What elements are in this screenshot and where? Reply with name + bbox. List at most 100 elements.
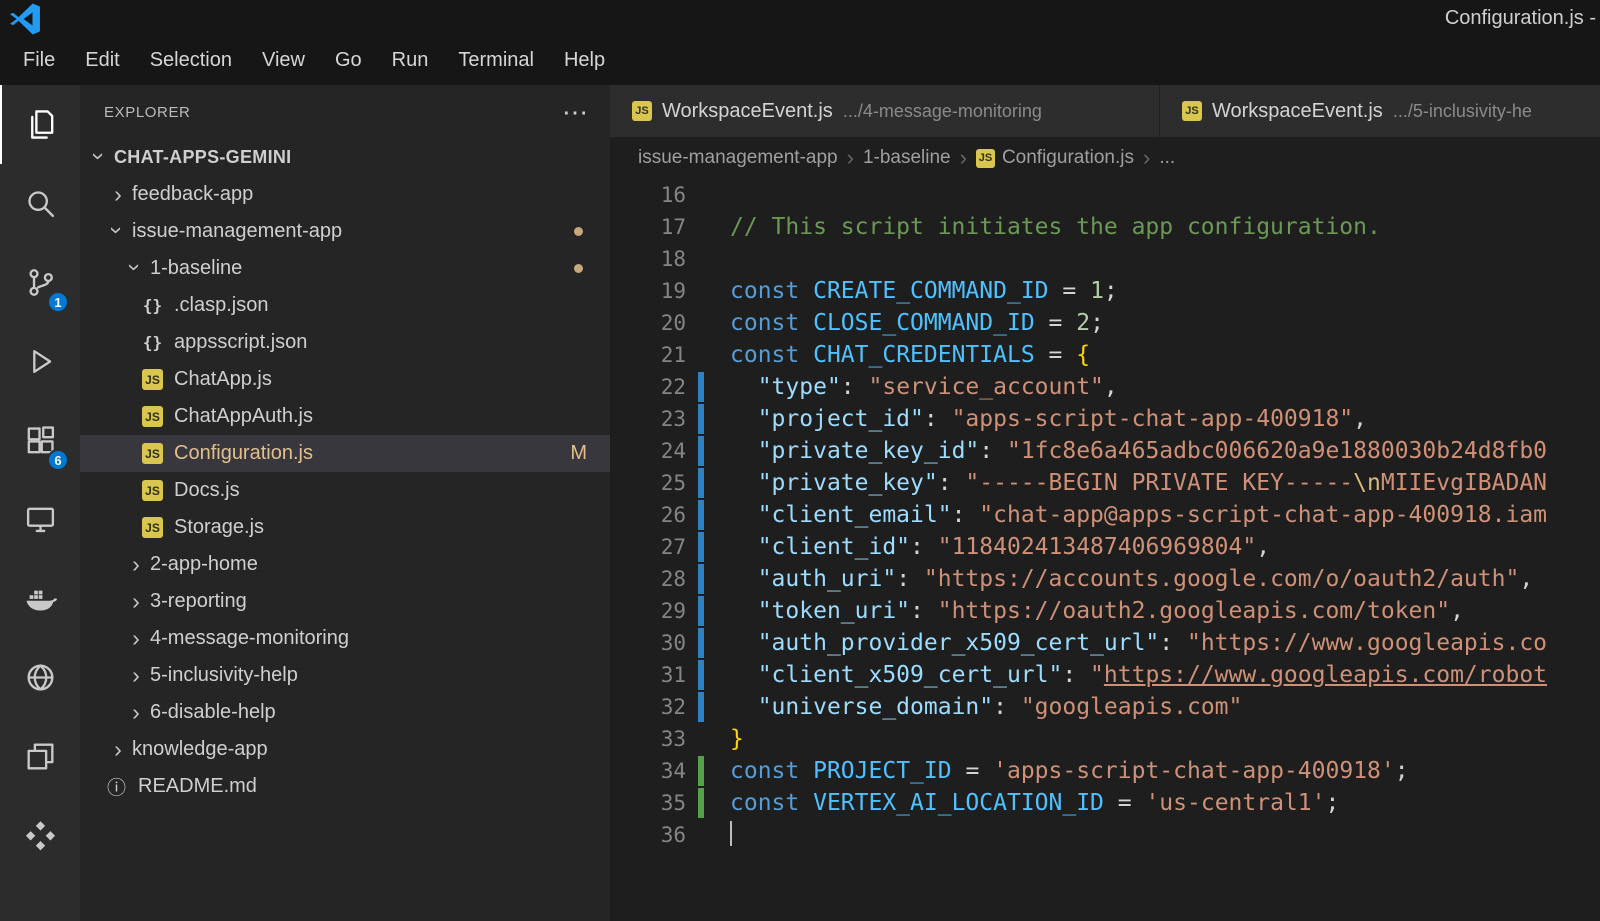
token: "auth_provider_x509_cert_url" xyxy=(758,630,1160,656)
tree-item-4-message-monitoring[interactable]: ›4-message-monitoring xyxy=(80,620,610,657)
menu-terminal[interactable]: Terminal xyxy=(443,35,549,85)
tree-item-label: 1-baseline xyxy=(150,257,242,280)
tab-workspaceevent-js-1[interactable]: JSWorkspaceEvent.js.../4-message-monitor… xyxy=(610,85,1160,137)
code-line-33[interactable]: 33} xyxy=(610,723,1600,755)
code-line-34[interactable]: 34const PROJECT_ID = 'apps-script-chat-a… xyxy=(610,755,1600,787)
activity-search[interactable] xyxy=(0,164,80,243)
code-editor[interactable]: 1617// This script initiates the app con… xyxy=(610,179,1600,921)
code-line-29[interactable]: 29 "token_uri": "https://oauth2.googleap… xyxy=(610,595,1600,627)
more-actions-icon[interactable]: ⋯ xyxy=(562,99,588,125)
menu-go[interactable]: Go xyxy=(320,35,377,85)
code-line-19[interactable]: 19const CREATE_COMMAND_ID = 1; xyxy=(610,275,1600,307)
tree-item-appsscript-json[interactable]: {}appsscript.json xyxy=(80,324,610,361)
tree-item-clasp-json[interactable]: {}.clasp.json xyxy=(80,287,610,324)
code-line-17[interactable]: 17// This script initiates the app confi… xyxy=(610,211,1600,243)
activity-remote-explorer[interactable] xyxy=(0,480,80,559)
tree-item-readme-md[interactable]: ⓘREADME.md xyxy=(80,768,610,805)
token: : xyxy=(979,438,1007,464)
activity-explorer[interactable] xyxy=(0,85,80,164)
activity-gemini[interactable] xyxy=(0,796,80,875)
activity-docker[interactable] xyxy=(0,559,80,638)
code-line-23[interactable]: 23 "project_id": "apps-script-chat-app-4… xyxy=(610,403,1600,435)
activity-run-and-debug[interactable] xyxy=(0,322,80,401)
chevron-down-icon[interactable]: › xyxy=(105,218,128,242)
activity-github[interactable] xyxy=(0,638,80,717)
chevron-right-icon[interactable]: › xyxy=(124,664,148,687)
tab-description: .../4-message-monitoring xyxy=(843,101,1042,122)
tree-item-1-baseline[interactable]: ›1-baseline xyxy=(80,250,610,287)
token: const xyxy=(730,310,799,336)
tree-item-6-disable-help[interactable]: ›6-disable-help xyxy=(80,694,610,731)
js-file-icon: JS xyxy=(142,369,163,390)
chevron-right-icon[interactable]: › xyxy=(124,553,148,576)
breadcrumb-item-1-baseline[interactable]: 1-baseline xyxy=(863,147,951,169)
title-bar: Configuration.js - FileEditSelectionView… xyxy=(0,0,1600,85)
code-line-18[interactable]: 18 xyxy=(610,243,1600,275)
token: "private_key_id" xyxy=(758,438,980,464)
token: , xyxy=(1256,534,1270,560)
menu-file[interactable]: File xyxy=(8,35,70,85)
token: : xyxy=(993,694,1021,720)
menu-run[interactable]: Run xyxy=(377,35,444,85)
tree-item-chatapp-js[interactable]: JSChatApp.js xyxy=(80,361,610,398)
tree-item-feedback-app[interactable]: ›feedback-app xyxy=(80,176,610,213)
line-number: 35 xyxy=(610,787,686,819)
code-line-32[interactable]: 32 "universe_domain": "googleapis.com" xyxy=(610,691,1600,723)
token: = xyxy=(1035,310,1077,336)
chevron-right-icon[interactable]: › xyxy=(124,701,148,724)
code-line-24[interactable]: 24 "private_key_id": "1fc8e6a465adbc0066… xyxy=(610,435,1600,467)
token: : xyxy=(938,470,966,496)
menu-selection[interactable]: Selection xyxy=(135,35,247,85)
line-number: 18 xyxy=(610,243,686,275)
code-line-20[interactable]: 20const CLOSE_COMMAND_ID = 2; xyxy=(610,307,1600,339)
code-line-27[interactable]: 27 "client_id": "118402413487406969804", xyxy=(610,531,1600,563)
line-number: 22 xyxy=(610,371,686,403)
js-file-icon: JS xyxy=(142,443,163,464)
tree-item-configuration-js[interactable]: JSConfiguration.jsM xyxy=(80,435,610,472)
menu-edit[interactable]: Edit xyxy=(70,35,134,85)
line-number: 16 xyxy=(610,179,686,211)
menu-view[interactable]: View xyxy=(247,35,320,85)
line-number: 34 xyxy=(610,755,686,787)
chevron-right-icon[interactable]: › xyxy=(106,738,130,761)
breadcrumb-item-[interactable]: ... xyxy=(1159,147,1175,169)
code-line-36[interactable]: 36 xyxy=(610,819,1600,851)
token: : xyxy=(924,406,952,432)
chevron-right-icon[interactable]: › xyxy=(106,183,130,206)
tree-item-3-reporting[interactable]: ›3-reporting xyxy=(80,583,610,620)
code-line-22[interactable]: 22 "type": "service_account", xyxy=(610,371,1600,403)
tree-item-5-inclusivity-help[interactable]: ›5-inclusivity-help xyxy=(80,657,610,694)
chevron-right-icon[interactable]: › xyxy=(124,590,148,613)
line-number: 33 xyxy=(610,723,686,755)
menu-help[interactable]: Help xyxy=(549,35,620,85)
activity-project-manager[interactable] xyxy=(0,717,80,796)
breadcrumb-item-configuration-js[interactable]: JSConfiguration.js xyxy=(976,147,1134,169)
tree-item-storage-js[interactable]: JSStorage.js xyxy=(80,509,610,546)
code-line-16[interactable]: 16 xyxy=(610,179,1600,211)
tree-item-docs-js[interactable]: JSDocs.js xyxy=(80,472,610,509)
tree-item-issue-management-app[interactable]: ›issue-management-app xyxy=(80,213,610,250)
tree-item-2-app-home[interactable]: ›2-app-home xyxy=(80,546,610,583)
docker-icon xyxy=(24,582,57,615)
code-line-25[interactable]: 25 "private_key": "-----BEGIN PRIVATE KE… xyxy=(610,467,1600,499)
activity-source-control[interactable]: 1 xyxy=(0,243,80,322)
vscode-logo-icon xyxy=(9,3,41,35)
code-line-28[interactable]: 28 "auth_uri": "https://accounts.google.… xyxy=(610,563,1600,595)
tab-workspaceevent-js-2[interactable]: JSWorkspaceEvent.js.../5-inclusivity-he xyxy=(1160,85,1600,137)
activity-extensions[interactable]: 6 xyxy=(0,401,80,480)
code-line-31[interactable]: 31 "client_x509_cert_url": "https://www.… xyxy=(610,659,1600,691)
code-line-21[interactable]: 21const CHAT_CREDENTIALS = { xyxy=(610,339,1600,371)
tree-item-chatappauth-js[interactable]: JSChatAppAuth.js xyxy=(80,398,610,435)
tree-item-chat-apps-gemini[interactable]: ›CHAT-APPS-GEMINI xyxy=(80,139,610,176)
code-line-26[interactable]: 26 "client_email": "chat-app@apps-script… xyxy=(610,499,1600,531)
gutter-modified-indicator xyxy=(698,660,704,690)
tree-item-knowledge-app[interactable]: ›knowledge-app xyxy=(80,731,610,768)
code-line-30[interactable]: 30 "auth_provider_x509_cert_url": "https… xyxy=(610,627,1600,659)
code-line-35[interactable]: 35const VERTEX_AI_LOCATION_ID = 'us-cent… xyxy=(610,787,1600,819)
chevron-right-icon[interactable]: › xyxy=(124,627,148,650)
breadcrumb-item-issue-management-app[interactable]: issue-management-app xyxy=(638,147,838,169)
tree-item-label: 2-app-home xyxy=(150,553,258,576)
chevron-down-icon[interactable]: › xyxy=(123,255,146,279)
chevron-down-icon[interactable]: › xyxy=(87,144,110,168)
token xyxy=(799,310,813,336)
